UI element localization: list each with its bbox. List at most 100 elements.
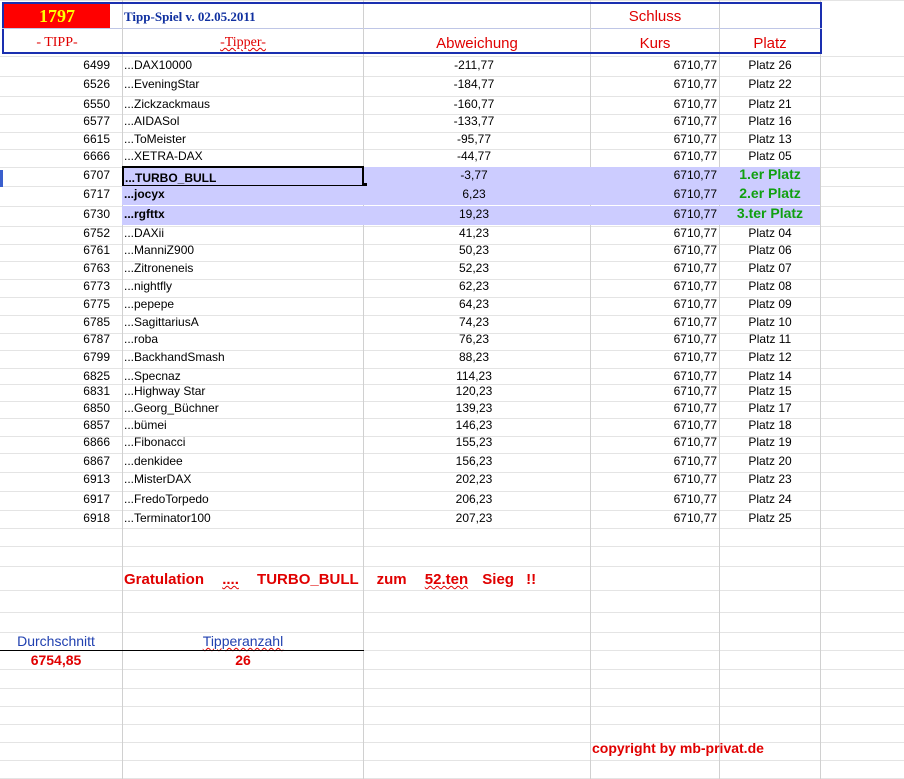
tipp-cell[interactable]: 6850 [0,402,110,414]
platz-cell[interactable]: 3.ter Platz [720,206,820,220]
platz-cell[interactable]: Platz 11 [720,333,820,345]
platz-cell[interactable]: Platz 15 [720,385,820,397]
abweichung-cell[interactable]: 64,23 [364,298,584,310]
platz-cell[interactable]: Platz 21 [720,98,820,110]
kurs-cell[interactable]: 6710,77 [591,262,717,274]
platz-cell[interactable]: Platz 10 [720,316,820,328]
tipp-cell[interactable]: 6499 [0,59,110,71]
platz-cell[interactable]: Platz 09 [720,298,820,310]
platz-cell[interactable]: Platz 14 [720,370,820,382]
tipper-cell[interactable]: ...MisterDAX [124,473,362,485]
kurs-cell[interactable]: 6710,77 [591,227,717,239]
tipper-cell[interactable]: ...jocyx [124,188,362,200]
tipp-cell[interactable]: 6785 [0,316,110,328]
abweichung-cell[interactable]: 74,23 [364,316,584,328]
kurs-cell[interactable]: 6710,77 [591,316,717,328]
tipper-cell[interactable]: ...nightfly [124,280,362,292]
platz-cell[interactable]: Platz 22 [720,78,820,90]
platz-cell[interactable]: Platz 23 [720,473,820,485]
abweichung-cell[interactable]: 62,23 [364,280,584,292]
kurs-cell[interactable]: 6710,77 [591,133,717,145]
abweichung-cell[interactable]: 139,23 [364,402,584,414]
tipp-cell[interactable]: 6799 [0,351,110,363]
abweichung-cell[interactable]: 50,23 [364,244,584,256]
kurs-cell[interactable]: 6710,77 [591,59,717,71]
kurs-cell[interactable]: 6710,77 [591,512,717,524]
kurs-cell[interactable]: 6710,77 [591,188,717,200]
abweichung-cell[interactable]: 146,23 [364,419,584,431]
abweichung-cell[interactable]: 41,23 [364,227,584,239]
tipp-cell[interactable]: 6763 [0,262,110,274]
tipp-cell[interactable]: 6526 [0,78,110,90]
abweichung-cell[interactable]: -211,77 [364,59,584,71]
abweichung-cell[interactable]: -184,77 [364,78,584,90]
tipper-cell[interactable]: ...Zickzackmaus [124,98,362,110]
tipper-cell[interactable]: ...TURBO_BULL [122,166,364,187]
abweichung-cell[interactable]: 19,23 [364,208,584,220]
abweichung-cell[interactable]: -133,77 [364,115,584,127]
platz-cell[interactable]: Platz 17 [720,402,820,414]
tipp-cell[interactable]: 6730 [0,208,110,220]
platz-cell[interactable]: Platz 13 [720,133,820,145]
kurs-cell[interactable]: 6710,77 [591,208,717,220]
tipperanzahl-value[interactable]: 26 [123,653,363,667]
platz-cell[interactable]: Platz 05 [720,150,820,162]
tipper-cell[interactable]: ...roba [124,333,362,345]
platz-cell[interactable]: Platz 06 [720,244,820,256]
abweichung-cell[interactable]: 6,23 [364,188,584,200]
platz-cell[interactable]: Platz 24 [720,493,820,505]
tipp-cell[interactable]: 6615 [0,133,110,145]
tipp-cell[interactable]: 6550 [0,98,110,110]
platz-cell[interactable]: Platz 19 [720,436,820,448]
tipp-cell[interactable]: 6707 [0,169,110,181]
tipper-cell[interactable]: ...XETRA-DAX [124,150,362,162]
tipper-cell[interactable]: ...SagittariusA [124,316,362,328]
abweichung-cell[interactable]: -160,77 [364,98,584,110]
platz-cell[interactable]: Platz 18 [720,419,820,431]
tipper-cell[interactable]: ...denkidee [124,455,362,467]
kurs-cell[interactable]: 6710,77 [591,402,717,414]
abweichung-cell[interactable]: 52,23 [364,262,584,274]
platz-cell[interactable]: 1.er Platz [720,167,820,181]
platz-cell[interactable]: Platz 16 [720,115,820,127]
tipper-cell[interactable]: ...Terminator100 [124,512,362,524]
abweichung-cell[interactable]: 88,23 [364,351,584,363]
kurs-cell[interactable]: 6710,77 [591,78,717,90]
tipp-cell[interactable]: 6577 [0,115,110,127]
platz-cell[interactable]: Platz 25 [720,512,820,524]
tipp-cell[interactable]: 6761 [0,244,110,256]
kurs-cell[interactable]: 6710,77 [591,455,717,467]
kurs-cell[interactable]: 6710,77 [591,436,717,448]
tipp-cell[interactable]: 6666 [0,150,110,162]
platz-cell[interactable]: Platz 20 [720,455,820,467]
tipp-cell[interactable]: 6825 [0,370,110,382]
kurs-cell[interactable]: 6710,77 [591,333,717,345]
kurs-cell[interactable]: 6710,77 [591,244,717,256]
tipp-cell[interactable]: 6917 [0,493,110,505]
abweichung-cell[interactable]: -3,77 [364,169,584,181]
abweichung-cell[interactable]: 202,23 [364,473,584,485]
platz-cell[interactable]: Platz 12 [720,351,820,363]
abweichung-cell[interactable]: -44,77 [364,150,584,162]
tipper-cell[interactable]: ...Specnaz [124,370,362,382]
tipp-cell[interactable]: 6918 [0,512,110,524]
tipper-cell[interactable]: ...EveningStar [124,78,362,90]
abweichung-cell[interactable]: 207,23 [364,512,584,524]
tipper-cell[interactable]: ...Zitroneneis [124,262,362,274]
tipper-cell[interactable]: ...rgfttx [124,208,362,220]
tipp-cell[interactable]: 6752 [0,227,110,239]
kurs-cell[interactable]: 6710,77 [591,280,717,292]
abweichung-cell[interactable]: 206,23 [364,493,584,505]
platz-cell[interactable]: Platz 26 [720,59,820,71]
platz-cell[interactable]: Platz 07 [720,262,820,274]
abweichung-cell[interactable]: 114,23 [364,370,584,382]
platz-cell[interactable]: Platz 08 [720,280,820,292]
kurs-cell[interactable]: 6710,77 [591,98,717,110]
tipper-cell[interactable]: ...Fibonacci [124,436,362,448]
tipper-cell[interactable]: ...DAXii [124,227,362,239]
tipp-cell[interactable]: 6787 [0,333,110,345]
kurs-cell[interactable]: 6710,77 [591,385,717,397]
abweichung-cell[interactable]: -95,77 [364,133,584,145]
kurs-cell[interactable]: 6710,77 [591,115,717,127]
kurs-cell[interactable]: 6710,77 [591,150,717,162]
